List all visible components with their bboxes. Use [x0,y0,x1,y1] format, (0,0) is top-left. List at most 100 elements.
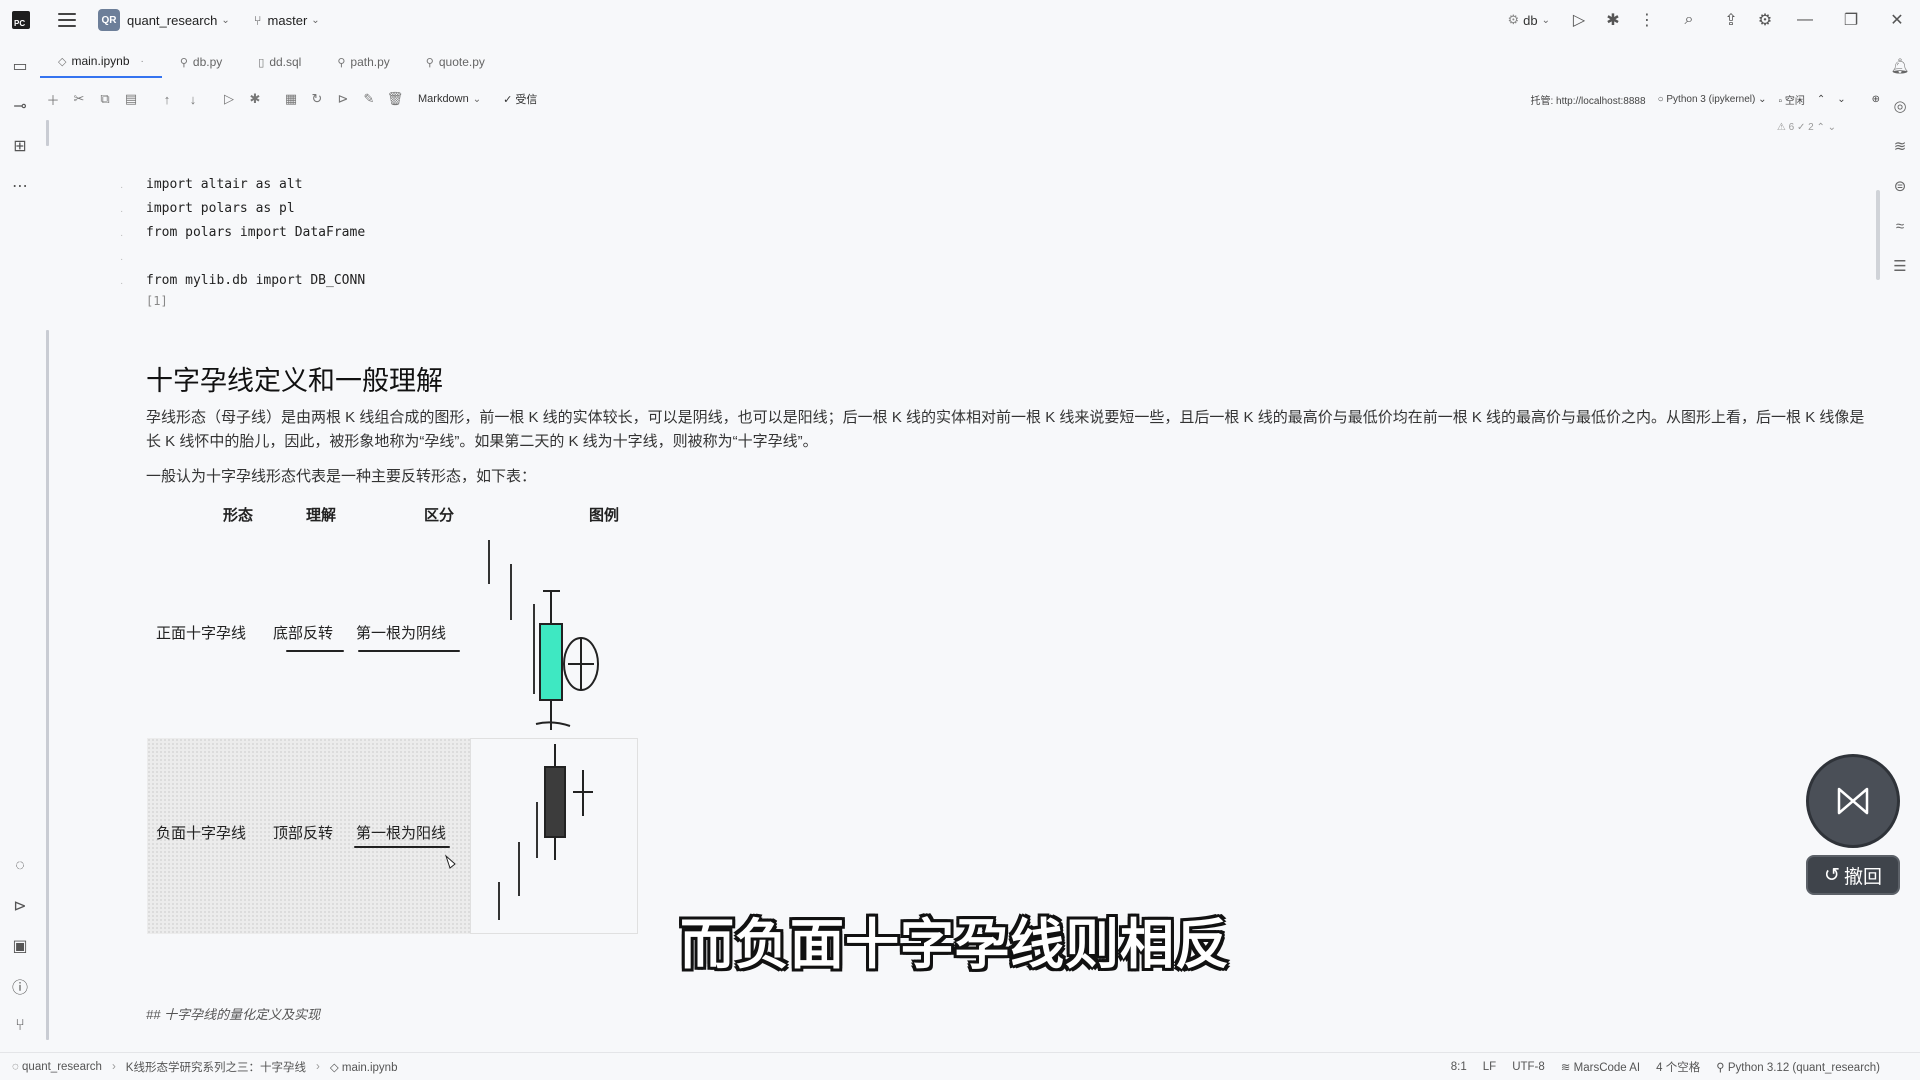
web-preview-icon[interactable]: ⊕ [1872,94,1880,105]
close-icon[interactable]: ✕ [1874,0,1920,40]
problems-icon[interactable]: ⓘ [0,966,40,1006]
chevron-down-icon: ⌄ [221,14,230,26]
more-tools-icon[interactable]: ⋯ [0,166,40,206]
collapse-down-icon[interactable]: ⌄ [1837,94,1845,105]
interrupt-icon[interactable]: ▦ [278,86,304,112]
line-separator[interactable]: LF [1483,1061,1496,1073]
paste-icon[interactable]: ▤ [118,86,144,112]
tab-db-py[interactable]: ⚲ db.py [162,46,240,78]
move-up-icon[interactable]: ↑ [154,86,180,112]
run-config-selector[interactable]: ⚙ db ⌄ [1507,12,1550,28]
run-icon[interactable]: ▷ [1562,0,1596,40]
restart-kernel-icon[interactable]: ↻ [304,86,330,112]
jupyter-server[interactable]: 托管: http://localhost:8888 [1530,92,1645,107]
close-tab-icon[interactable]: · [141,56,144,67]
run-all-icon[interactable]: ⊳ [330,86,356,112]
tab-label: dd.sql [269,55,302,69]
branch-icon: ⑂ [253,12,262,28]
python-file-icon: ⚲ [337,56,346,69]
scientific-view-icon[interactable]: ≈ [1880,206,1920,246]
undo-icon: ↺ [1824,864,1840,886]
tab-label: path.py [350,55,390,69]
bowtie-icon [1837,787,1869,815]
move-down-icon[interactable]: ↓ [180,86,206,112]
project-badge[interactable]: QR [98,9,120,31]
breadcrumb-separator-icon: › [111,1060,116,1073]
floating-recorder-button[interactable] [1806,754,1900,848]
scrollbar-thumb[interactable] [1876,190,1880,280]
database-icon[interactable]: ≋ [1880,126,1920,166]
inspection-widget[interactable]: ⚠ 6 ✓ 2 ⌃ ⌄ [1777,122,1836,133]
left-tool-strip: ▭ ⊸ ⊞ ⋯ ◌ ⊳ ▣ ⓘ ⑂ [0,46,40,1046]
tab-main-ipynb[interactable]: ◇ main.ipynb · [40,46,162,78]
run-config-icon: ⚙ [1507,12,1520,27]
project-breadcrumb[interactable]: ◌ quant_research [12,1061,102,1073]
file-encoding[interactable]: UTF-8 [1512,1061,1545,1073]
ai-assistant-widget[interactable]: ≋ MarsCode AI [1561,1060,1640,1074]
warning-count: 6 [1788,122,1795,133]
kernel-selector[interactable]: ○ Python 3 (ipykernel) ⌄ [1658,94,1767,105]
debug-icon[interactable]: ✱ [1596,0,1630,40]
run-tool-icon[interactable]: ⊳ [0,886,40,926]
notebook-toolbar: ＋ ✂ ⧉ ▤ ↑ ↓ ▷ ✱ ▦ ↻ ⊳ ✎ 🗑︎ Markdown ⌄ ✓ … [40,86,1880,112]
clear-outputs-icon[interactable]: ✎ [356,86,382,112]
minimize-icon[interactable]: — [1782,0,1828,40]
tab-quote-py[interactable]: ⚲ quote.py [408,46,503,78]
main-menu-icon[interactable] [58,13,76,27]
run-cell-icon[interactable]: ▷ [216,86,242,112]
share-icon[interactable]: ⇪ [1714,0,1748,40]
python-file-icon: ⚲ [425,56,434,69]
chevron-down-icon: ⌄ [311,14,320,26]
collapse-up-icon[interactable]: ⌃ [1817,94,1825,105]
editor-tabs: ◇ main.ipynb · ⚲ db.py ▯ dd.sql ⚲ path.p… [40,46,503,78]
notifications-icon[interactable]: 🔔︎ [1880,46,1920,86]
git-icon[interactable]: ⑂ [0,1006,40,1046]
trusted-indicator[interactable]: ✓ 受信 [503,91,537,107]
interpreter-selector[interactable]: ⚲ Python 3.12 (quant_research) [1716,1060,1880,1074]
kernel-label: Python 3 (ipykernel) [1666,93,1756,105]
kernel-status: ▫ 空闲 [1778,95,1805,107]
cursor-position[interactable]: 8:1 [1451,1061,1467,1073]
sql-file-icon: ▯ [258,56,265,69]
project-selector[interactable]: quant_research [127,13,217,28]
more-icon[interactable]: ⋮ [1630,0,1664,40]
kernel-status-label: 空闲 [1784,95,1805,107]
restore-icon[interactable]: ❐ [1828,0,1874,40]
title-bar: PC QR quant_research ⌄ ⑂ master ⌄ ⚙ db ⌄… [0,0,1920,40]
chevron-down-icon: ⌄ [1541,14,1550,26]
commit-icon[interactable]: ⊸ [0,86,40,126]
stop-icon[interactable]: ✱ [242,86,268,112]
terminal-icon[interactable]: ▣ [0,926,40,966]
check-count: 2 [1808,122,1814,133]
video-subtitle: 而负面十字孕线则相反 [680,915,1230,975]
tab-label: quote.py [438,55,485,69]
structure-icon[interactable]: ⊞ [0,126,40,166]
search-icon[interactable]: ⌕ [1664,0,1714,40]
cut-icon[interactable]: ✂ [66,86,92,112]
breadcrumb-folder[interactable]: K线形态学研究系列之三：十字孕线 [126,1059,306,1075]
project-view-icon[interactable]: ▭ [0,46,40,86]
tab-dd-sql[interactable]: ▯ dd.sql [240,46,319,78]
add-cell-icon[interactable]: ＋ [40,86,66,112]
python-file-icon: ⚲ [179,56,188,69]
file-breadcrumb[interactable]: ◇ main.ipynb [330,1060,398,1074]
right-tool-strip: 🔔︎ ◎ ≋ ⊜ ≈ ☰ [1880,46,1920,1046]
breadcrumb-separator-icon: › [315,1060,320,1073]
remote-icon[interactable]: ⊜ [1880,166,1920,206]
branch-selector[interactable]: master [268,13,308,28]
interpreter-label: Python 3.12 (quant_research) [1727,1061,1880,1074]
copy-icon[interactable]: ⧉ [92,86,118,112]
undo-button[interactable]: ↺ 撤回 [1806,855,1900,895]
settings-icon[interactable]: ⚙ [1748,0,1782,40]
delete-cell-icon[interactable]: 🗑︎ [382,86,408,112]
indent-setting[interactable]: 4 个空格 [1656,1059,1700,1075]
status-bar: ◌ quant_research › K线形态学研究系列之三：十字孕线 › ◇ … [0,1052,1920,1080]
breadcrumb-file: main.ipynb [341,1061,398,1074]
cell-type-selector[interactable]: Markdown [418,93,469,105]
layers-icon[interactable]: ☰ [1880,246,1920,286]
mouse-cursor-icon [444,854,456,869]
tab-label: db.py [192,55,223,69]
services-icon[interactable]: ◌ [0,846,40,886]
tab-path-py[interactable]: ⚲ path.py [319,46,407,78]
ai-assistant-icon[interactable]: ◎ [1880,86,1920,126]
